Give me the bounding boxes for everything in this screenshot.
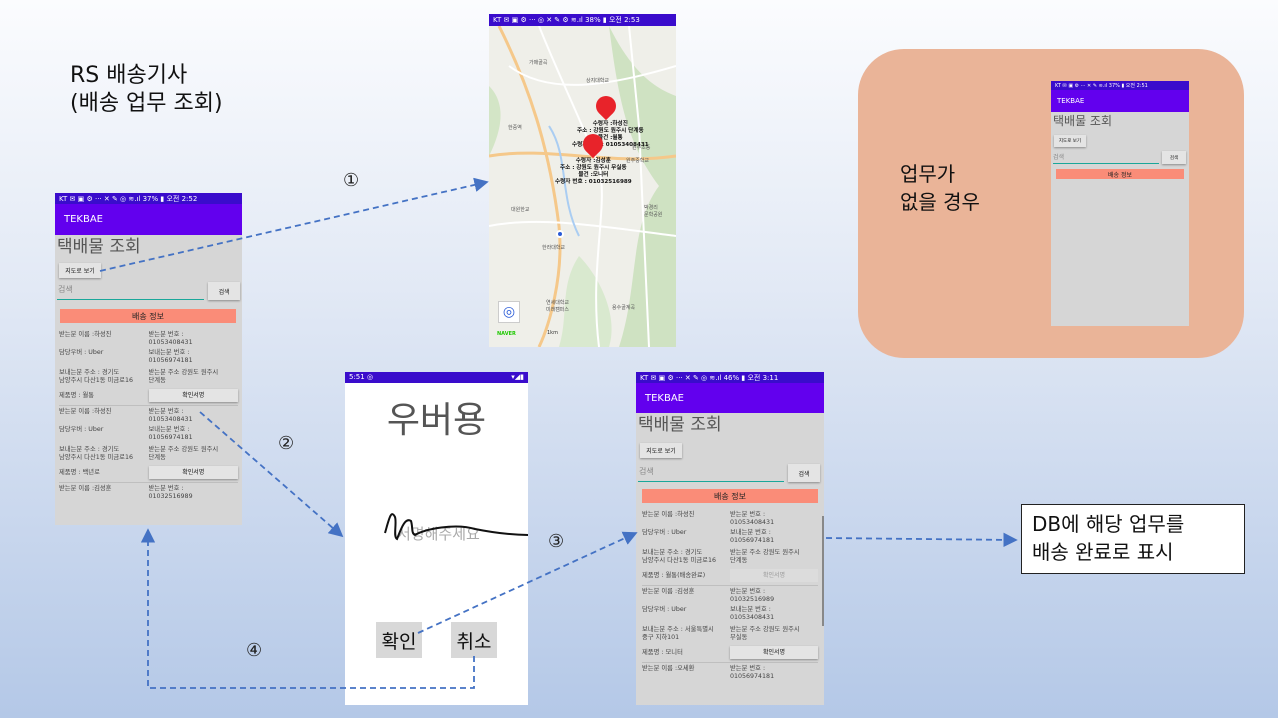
step-1-label: ①	[343, 170, 360, 191]
heading: 택배물 조회	[1053, 114, 1113, 128]
list-item: 받는분 이름 :하성진 받는분 번호 : 01053408431 담당우버 : U…	[59, 408, 238, 479]
no-task-label: 업무가 없을 경우	[900, 162, 980, 214]
search-button[interactable]: 검색	[1162, 151, 1186, 164]
step-2-label: ②	[278, 433, 295, 454]
confirm-sign-button[interactable]: 확인서명	[148, 389, 238, 402]
place-label: 박경리 문학공원	[644, 205, 663, 218]
phone-left-screen: KT ✉ ▣ ⚙ ··· ✕ ✎ ◎ ≋.ıl 37% ▮ 오전 2:52 TE…	[55, 193, 242, 525]
signature-pad[interactable]	[375, 499, 528, 549]
naver-logo: NAVER	[497, 331, 516, 337]
app-bar: TEKBAE	[636, 383, 824, 413]
search-button[interactable]: 검색	[788, 464, 820, 482]
confirm-button[interactable]: 확인	[376, 622, 422, 658]
place-label: 용수골계곡	[612, 305, 636, 311]
step-3-label: ③	[548, 531, 565, 552]
map-button[interactable]: 지도로 보기	[640, 443, 682, 458]
list-item: 받는분 이름 :오세환 받는분 번호 : 01056974181	[642, 665, 775, 680]
list-item: 받는분 이름 :김성훈 받는분 번호 : 01032516989	[59, 485, 193, 500]
scrollbar[interactable]	[822, 516, 824, 626]
search-input[interactable]: 검색	[1053, 152, 1159, 164]
status-bar: KT ✉ ▣ ⚙ ··· ✕ ✎ ◎ ≋.ıl 37% ▮ 오전 2:52	[55, 193, 242, 204]
app-bar: TEKBAE	[1051, 90, 1189, 112]
heading: 택배물 조회	[638, 415, 722, 435]
map-screen: KT ✉ ▣ ⚙ ··· ◎ ✕ ✎ ⚙ ≋.ıl 38% ▮ 오전 2:53 …	[489, 14, 676, 347]
place-label: 연세대학교 미래캠퍼스	[546, 300, 570, 313]
place-label: 대원한교	[511, 207, 530, 213]
marker-label: 수령자 :김성훈 주소 : 강원도 원주시 무실동 물건 :모니터 수령자 번호…	[555, 158, 632, 185]
map-button[interactable]: 지도로 보기	[59, 263, 101, 278]
step-4-label: ④	[246, 640, 263, 661]
status-bar: 5:51 ◎ ▾◢▮	[345, 372, 528, 383]
current-location-icon[interactable]: ◎	[498, 301, 520, 323]
status-bar: KT ✉ ▣ ⚙ ··· ◎ ✕ ✎ ⚙ ≋.ıl 38% ▮ 오전 2:53	[489, 14, 676, 26]
confirm-sign-button[interactable]: 확인서명	[148, 466, 238, 479]
list-item: 받는분 이름 :하성진 받는분 번호 : 01053408431 담당우버 : U…	[642, 511, 818, 582]
phone-right-screen: KT ✉ ▣ ⚙ ··· ✕ ✎ ◎ ≋.ıl 46% ▮ 오전 3:11 TE…	[636, 372, 824, 705]
signature-title: 우버용	[386, 400, 487, 441]
map-view[interactable]	[489, 26, 676, 347]
scale-label: 1km	[547, 330, 558, 336]
confirm-sign-button-disabled: 확인서명	[730, 569, 818, 582]
page-title: RS 배송기사 (배송 업무 조회)	[70, 63, 223, 116]
heading: 택배물 조회	[57, 237, 141, 257]
signature-screen: 5:51 ◎ ▾◢▮ 우버용 서명해주세요 확인 취소	[345, 372, 528, 705]
delivery-header: 배송 정보	[1056, 169, 1184, 179]
db-update-note: DB에 해당 업무를 배송 완료로 표시	[1021, 504, 1245, 574]
search-input[interactable]: 검색	[638, 466, 784, 482]
status-bar: KT ✉ ▣ ⚙ ··· ✕ ✎ ◎ ≋.ıl 46% ▮ 오전 3:11	[636, 372, 824, 383]
place-label: 가매골곡	[529, 60, 548, 66]
app-title: TEKBAE	[64, 214, 104, 225]
place-label: 한라대학교	[542, 245, 566, 251]
phone-small-screen: KT ✉ ▣ ⚙ ··· ✕ ✎ ≋.ıl 37% ▮ 오전 2:51 TEKB…	[1051, 81, 1189, 326]
list-item: 받는분 이름 :김성훈 받는분 번호 : 01032516989 담당우버 : U…	[642, 588, 818, 659]
delivery-header: 배송 정보	[642, 489, 818, 503]
arrow-5	[825, 532, 1018, 548]
place-label: 한중역	[508, 125, 522, 131]
status-bar: KT ✉ ▣ ⚙ ··· ✕ ✎ ≋.ıl 37% ▮ 오전 2:51	[1051, 81, 1189, 90]
search-input[interactable]: 검색	[57, 284, 205, 300]
cancel-button[interactable]: 취소	[451, 622, 497, 658]
location-dot-icon	[556, 230, 564, 238]
app-bar: TEKBAE	[55, 204, 242, 235]
map-button[interactable]: 지도로 보기	[1054, 135, 1086, 147]
search-button[interactable]: 검색	[208, 282, 240, 300]
delivery-header: 배송 정보	[60, 309, 236, 323]
list-item: 받는분 이름 :하성진 받는분 번호 : 01053408431 담당우버 : U…	[59, 331, 238, 402]
confirm-sign-button[interactable]: 확인서명	[730, 646, 818, 659]
place-label: 상지대학교	[586, 78, 610, 84]
app-title: TEKBAE	[645, 392, 685, 404]
app-title: TEKBAE	[1057, 97, 1085, 105]
